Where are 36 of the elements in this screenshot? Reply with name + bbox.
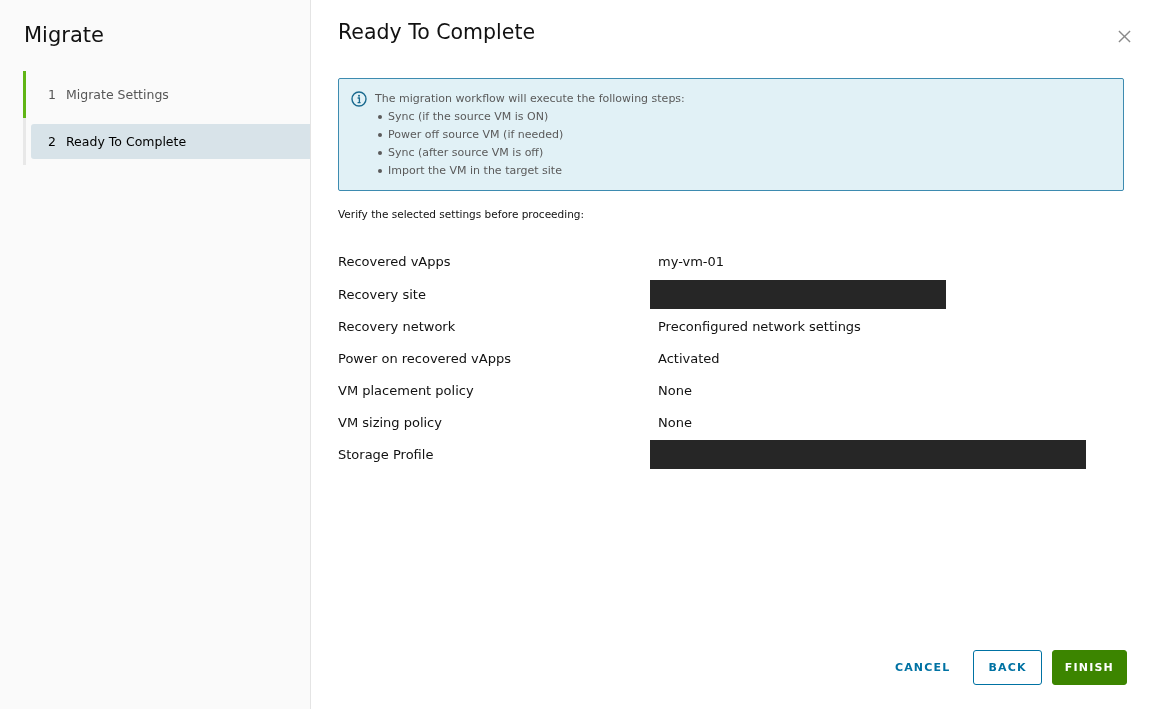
setting-label: VM sizing policy: [338, 414, 443, 430]
setting-label: Recovered vApps: [338, 253, 452, 269]
page-title: Ready To Complete: [338, 19, 536, 45]
back-button[interactable]: BACK: [973, 650, 1042, 685]
setting-value: Preconfigured network settings: [657, 318, 861, 334]
setting-value: my-vm-01: [657, 253, 725, 269]
alert-step-text: Import the VM in the target site: [388, 163, 562, 179]
bullet-icon: [378, 115, 382, 119]
step-link[interactable]: 2 Ready To Complete: [31, 124, 310, 159]
setting-value: None: [657, 382, 692, 398]
alert-step-text: Sync (if the source VM is ON): [388, 109, 549, 125]
bullet-icon: [378, 151, 382, 155]
setting-label: Recovery network: [338, 318, 457, 334]
cancel-button[interactable]: CANCEL: [881, 650, 964, 685]
wizard-title: Migrate: [24, 22, 105, 48]
close-icon: [1118, 29, 1131, 43]
setting-value: None: [657, 414, 692, 430]
step-number: 2: [48, 134, 57, 149]
step-label: Migrate Settings: [66, 87, 169, 102]
setting-label: Power on recovered vApps: [338, 350, 512, 366]
setting-label: Storage Profile: [338, 446, 435, 462]
alert-step-text: Sync (after source VM is off): [388, 145, 544, 161]
close-button[interactable]: [1118, 29, 1131, 43]
setting-label: Recovery site: [338, 286, 427, 302]
alert-message: The migration workflow will execute the following steps:: [375, 91, 685, 107]
step-label: Ready To Complete: [66, 134, 187, 149]
step-link[interactable]: 1 Migrate Settings: [31, 77, 310, 112]
setting-value: Activated: [657, 350, 720, 366]
step-number: 1: [48, 87, 57, 102]
bullet-icon: [378, 133, 382, 137]
setting-label: VM placement policy: [338, 382, 475, 398]
bullet-icon: [378, 169, 382, 173]
instruction-text: Verify the selected settings before proceeding:: [338, 207, 584, 221]
info-icon: [351, 91, 367, 107]
finish-button[interactable]: FINISH: [1051, 650, 1127, 685]
alert-step-text: Power off source VM (if needed): [388, 127, 564, 143]
